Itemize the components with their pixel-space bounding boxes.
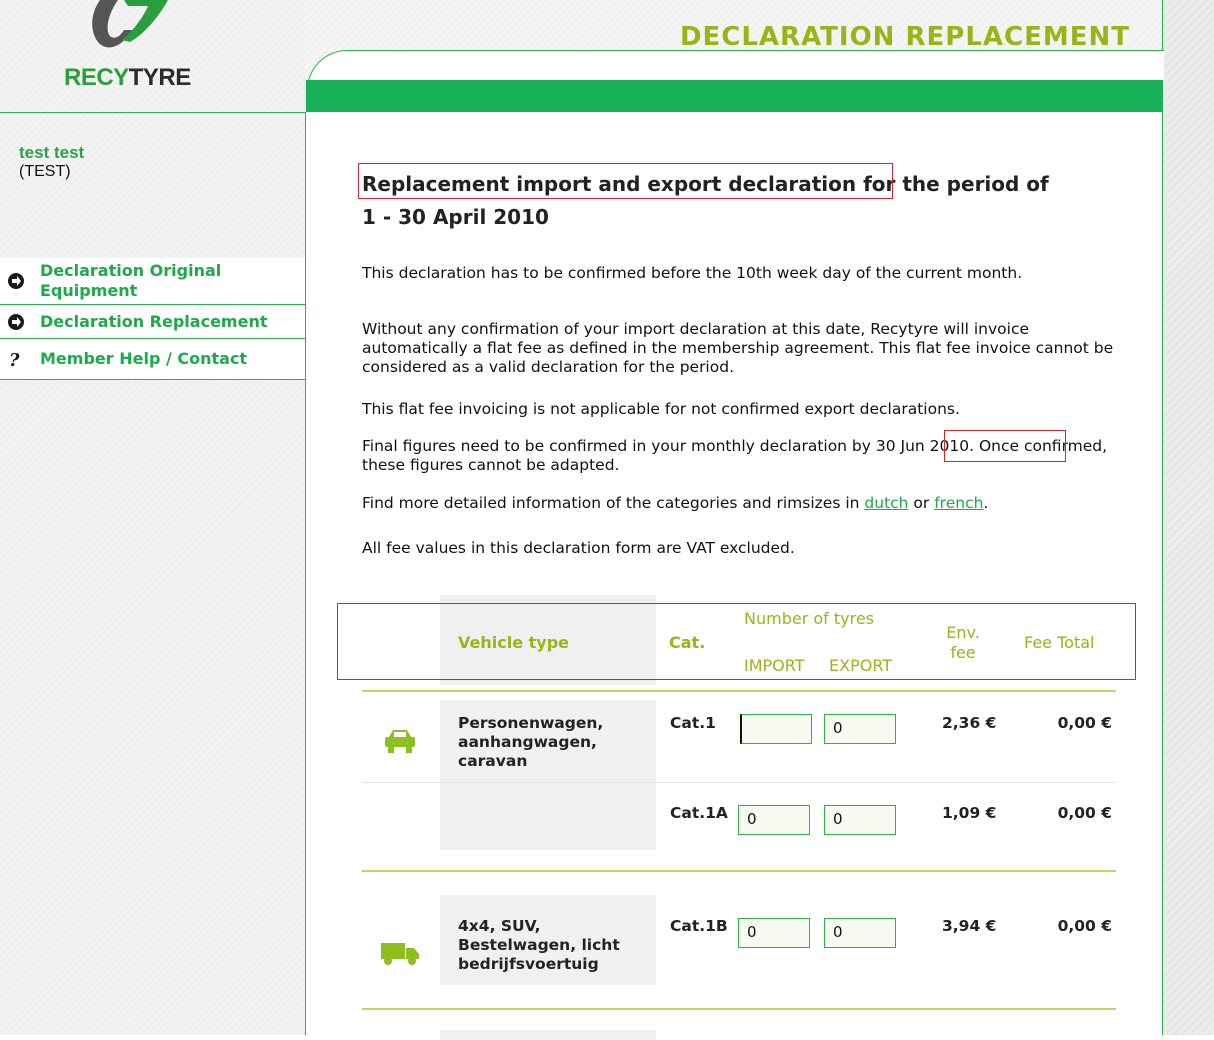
fee-total: 0,00 €	[1057, 917, 1112, 935]
confirm-date: 30 Jun 2010.	[875, 437, 975, 455]
declaration-heading: Replacement import and export declaratio…	[362, 172, 1049, 229]
truck-icon	[381, 943, 419, 965]
header-number-of-tyres: Number of tyres	[744, 609, 875, 628]
header-green-bar	[306, 80, 1163, 112]
vehicle-type: 4x4, SUV, Bestelwagen, licht bedrijfsvoe…	[458, 917, 620, 973]
header-cat: Cat.	[669, 633, 706, 652]
export-input[interactable]: 0	[824, 714, 896, 744]
arrow-circle-icon	[8, 273, 24, 289]
logo[interactable]: RECYTYRE	[62, 0, 232, 100]
vehicle-column-bg	[440, 1030, 656, 1040]
header-export: EXPORT	[829, 656, 893, 675]
info-paragraph: All fee values in this declaration form …	[362, 539, 795, 557]
export-input[interactable]: 0	[824, 805, 896, 835]
page-title: DECLARATION REPLACEMENT	[679, 22, 1130, 52]
user-code: (TEST)	[19, 163, 71, 180]
import-input[interactable]: 0	[738, 918, 810, 948]
header-vehicle-type: Vehicle type	[458, 633, 570, 652]
export-input[interactable]: 0	[824, 918, 896, 948]
table-rule	[362, 1008, 1116, 1010]
logo-mark-icon	[92, 0, 168, 48]
sidebar-nav: Declaration Original Equipment Declarati…	[0, 258, 305, 380]
info-paragraph: This declaration has to be confirmed bef…	[362, 264, 1023, 282]
category: Cat.1A	[670, 804, 728, 822]
import-input[interactable]: 0	[738, 805, 810, 835]
info-paragraph: Without any confirmation of your import …	[362, 320, 1114, 376]
import-input[interactable]	[740, 714, 812, 744]
env-fee: 1,09 €	[942, 804, 997, 822]
question-icon: ?	[9, 350, 20, 369]
sidebar-item-declaration-replacement[interactable]: Declaration Replacement	[0, 305, 305, 339]
sidebar-item-member-help[interactable]: ? Member Help / Contact	[0, 339, 305, 380]
table-rule	[362, 782, 1116, 783]
env-fee: 3,94 €	[942, 917, 997, 935]
right-background	[1162, 0, 1214, 1035]
dutch-link[interactable]: dutch	[864, 494, 908, 512]
info-paragraph: Final figures need to be confirmed in yo…	[362, 437, 1108, 474]
svg-text:?: ?	[9, 350, 20, 369]
sidebar-item-declaration-original-equipment[interactable]: Declaration Original Equipment	[0, 258, 305, 305]
info-paragraph: This flat fee invoicing is not applicabl…	[362, 400, 960, 418]
info-paragraph: Find more detailed information of the ca…	[362, 494, 989, 512]
fee-total: 0,00 €	[1057, 714, 1112, 732]
header-fee-total: Fee Total	[1024, 633, 1095, 652]
table-rule	[362, 690, 1116, 692]
fee-total: 0,00 €	[1057, 804, 1112, 822]
header-env-fee: Env. fee	[946, 623, 980, 662]
table-rule	[362, 870, 1116, 872]
logo-text: RECYTYRE	[64, 64, 191, 91]
header-import: IMPORT	[744, 656, 805, 675]
car-icon	[385, 730, 415, 753]
env-fee: 2,36 €	[942, 714, 997, 732]
category: Cat.1B	[670, 917, 728, 935]
vehicle-type: Personenwagen, aanhangwagen, caravan	[458, 714, 604, 770]
arrow-circle-icon	[8, 313, 24, 330]
main-content	[306, 112, 1162, 1035]
divider	[305, 112, 306, 1035]
category: Cat.1	[670, 714, 716, 732]
user-name: test test	[19, 143, 85, 162]
french-link[interactable]: french	[934, 494, 983, 512]
divider	[0, 112, 306, 113]
